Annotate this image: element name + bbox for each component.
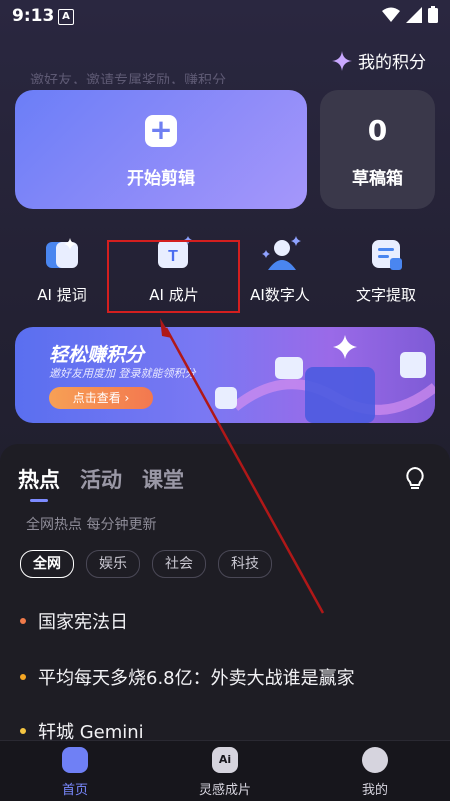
nav-label: 首页 — [61, 783, 88, 798]
chip-society[interactable]: 社会 — [152, 550, 206, 578]
chip-tech[interactable]: 科技 — [218, 550, 272, 578]
promo-banner[interactable]: 轻松赚积分 邀好友用度加 登录就能领积分 点击查看 › — [15, 327, 435, 423]
hot-item[interactable]: 国家宪法日 — [20, 608, 128, 634]
bottom-navigation: 首页 Ai 灵感成片 我的 — [0, 740, 450, 801]
banner-subtitle: 邀好友用度加 登录就能领积分 — [49, 367, 196, 380]
drafts-label: 草稿箱 — [352, 169, 403, 189]
drafts-count: 0 — [367, 114, 388, 147]
chip-all[interactable]: 全网 — [20, 550, 74, 578]
start-editing-card[interactable]: + 开始剪辑 — [15, 90, 307, 209]
notification-icon: A — [58, 9, 74, 25]
tab-activities[interactable]: 活动 — [80, 464, 122, 494]
points-label: 我的积分 — [358, 53, 426, 73]
signal-icon — [406, 6, 422, 23]
nav-label: 灵感成片 — [198, 783, 251, 798]
banner-cta-button[interactable]: 点击查看 › — [49, 387, 153, 409]
tool-label: 文字提取 — [355, 286, 416, 304]
hot-item-text: 国家宪法日 — [38, 612, 128, 633]
status-time: 9:13 — [12, 6, 55, 26]
tool-digital-human[interactable]: AI数字人 — [224, 236, 336, 305]
tool-ai-prompt[interactable]: AI 提词 — [6, 236, 118, 305]
sparkle-icon — [332, 50, 352, 71]
home-icon — [62, 747, 88, 773]
ai-prompt-icon — [44, 236, 80, 272]
status-icons — [382, 6, 438, 23]
plus-icon: + — [145, 115, 177, 147]
chip-entertainment[interactable]: 娱乐 — [86, 550, 140, 578]
tool-label: AI数字人 — [250, 286, 310, 304]
feed-subtitle: 全网热点 每分钟更新 — [26, 517, 157, 533]
nav-profile[interactable]: 我的 — [315, 747, 435, 798]
tab-classroom[interactable]: 课堂 — [142, 464, 184, 494]
category-chips: 全网 娱乐 社会 科技 — [20, 550, 272, 578]
banner-illustration — [215, 335, 435, 423]
bullet-dot — [20, 618, 26, 624]
hot-item[interactable]: 平均每天多烧6.8亿：外卖大战谁是赢家 — [20, 664, 355, 690]
start-editing-label: 开始剪辑 — [127, 169, 195, 189]
tool-text-extract[interactable]: 文字提取 — [330, 236, 442, 305]
annotation-highlight-box — [107, 240, 240, 313]
battery-icon — [428, 6, 438, 23]
tab-hot[interactable]: 热点 — [18, 464, 60, 502]
bullet-dot — [20, 728, 26, 734]
banner-title: 轻松赚积分 — [49, 344, 145, 366]
status-bar: 9:13 A — [0, 0, 450, 32]
nav-label: 我的 — [361, 783, 388, 798]
inspiration-icon: Ai — [212, 747, 238, 773]
my-points-button[interactable]: 我的积分 — [332, 48, 426, 73]
drafts-card[interactable]: 0 草稿箱 — [320, 90, 435, 209]
nav-home[interactable]: 首页 — [15, 747, 135, 798]
marquee-text: 邀好友，邀请专属奖励，赚积分 — [30, 73, 226, 84]
bullet-dot — [20, 674, 26, 680]
text-extract-icon — [368, 236, 404, 272]
profile-icon — [362, 747, 388, 773]
tool-label: AI 提词 — [37, 286, 87, 304]
lightbulb-icon[interactable] — [404, 466, 426, 492]
wifi-icon — [382, 7, 400, 22]
digital-human-icon — [262, 236, 301, 272]
hot-item-text: 平均每天多烧6.8亿：外卖大战谁是赢家 — [38, 668, 355, 689]
nav-inspiration[interactable]: Ai 灵感成片 — [165, 747, 285, 798]
feed-tabs: 热点 活动 课堂 — [18, 464, 184, 502]
